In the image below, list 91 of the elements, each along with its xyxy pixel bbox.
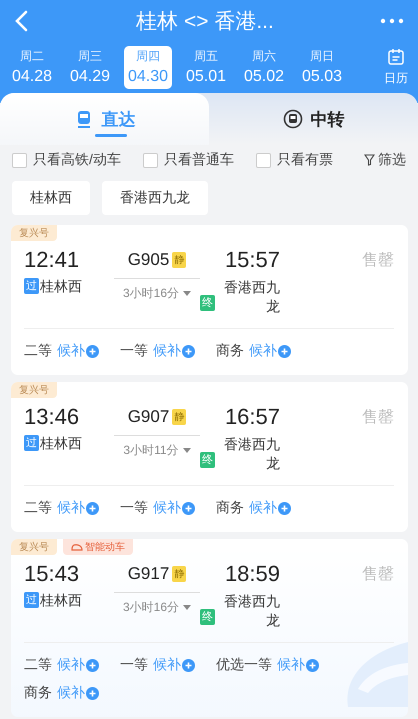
- more-icon[interactable]: [380, 18, 404, 24]
- pass-badge: 过: [24, 278, 39, 294]
- duration-toggle[interactable]: 3小时16分: [114, 592, 200, 617]
- departure-time: 12:41: [24, 247, 80, 273]
- waitlist-link[interactable]: 候补: [277, 656, 319, 674]
- arrival-time: 18:59: [224, 561, 280, 587]
- quiet-badge: 静: [172, 252, 186, 268]
- terminal-badge: 终: [200, 452, 215, 468]
- train-type-tag: 复兴号: [11, 382, 57, 398]
- plus-icon: [86, 502, 99, 514]
- departure-station: 桂林西: [40, 278, 82, 296]
- waitlist-link[interactable]: 候补: [57, 684, 99, 702]
- seat-class: 优选一等: [216, 656, 272, 674]
- plus-icon: [306, 658, 319, 672]
- duration-toggle[interactable]: 3小时11分: [114, 435, 200, 460]
- plus-icon: [86, 686, 99, 700]
- station-chip[interactable]: 桂林西: [12, 181, 90, 215]
- waitlist-link[interactable]: 候补: [249, 342, 291, 360]
- sold-out-status: 售罄: [362, 408, 394, 428]
- filter-checkbox[interactable]: 只看有票: [256, 151, 333, 169]
- arrival-station: 香港西九龙: [223, 435, 280, 473]
- seat-class: 二等: [24, 499, 52, 517]
- train-type-tag: 复兴号: [11, 225, 57, 241]
- train-card[interactable]: 复兴号 12:41 过 桂林西 G905 静 3小时16分 终 15:57 香港西九龙 售罄 二等 候补 一等 候补 商务 候补: [11, 225, 408, 375]
- duration-toggle[interactable]: 3小时16分: [114, 278, 200, 303]
- seat-class: 二等: [24, 342, 52, 360]
- calendar-button[interactable]: 日历: [380, 48, 412, 87]
- page-title: 桂林 <> 香港...: [135, 9, 275, 35]
- arrival-time: 16:57: [224, 404, 280, 430]
- waitlist-link[interactable]: 候补: [153, 342, 195, 360]
- train-card[interactable]: 复兴号 13:46 过 桂林西 G907 静 3小时11分 终 16:57 香港西九龙 售罄 二等 候补 一等 候补 商务 候补: [11, 382, 408, 532]
- caret-icon: [183, 291, 192, 296]
- date-tab[interactable]: 周二 04.28: [8, 46, 56, 89]
- date-tab[interactable]: 周三 04.29: [66, 46, 114, 89]
- sold-out-status: 售罄: [362, 251, 394, 271]
- seat-class: 商务: [216, 499, 244, 517]
- date-tab[interactable]: 周日 05.03: [298, 46, 346, 89]
- arrival-time: 15:57: [224, 247, 280, 273]
- date-tab[interactable]: 周六 05.02: [240, 46, 288, 89]
- caret-icon: [182, 448, 191, 453]
- waitlist-link[interactable]: 候补: [57, 499, 99, 517]
- tab[interactable]: 直达: [0, 93, 209, 145]
- back-icon[interactable]: [14, 10, 30, 32]
- filter-checkbox[interactable]: 只看普通车: [142, 151, 234, 169]
- quiet-badge: 静: [172, 566, 186, 582]
- funnel-icon: [364, 154, 375, 166]
- seat-class: 一等: [120, 656, 148, 674]
- plus-icon: [182, 502, 195, 514]
- plus-icon: [86, 658, 99, 672]
- terminal-badge: 终: [200, 295, 215, 311]
- plus-icon: [86, 344, 99, 358]
- seat-class: 一等: [120, 342, 148, 360]
- plus-icon: [278, 344, 291, 358]
- station-chip[interactable]: 香港西九龙: [102, 181, 208, 215]
- train-number: G917: [128, 564, 170, 584]
- arrival-station: 香港西九龙: [223, 592, 280, 630]
- filter-checkbox[interactable]: 只看高铁/动车: [12, 151, 121, 169]
- date-tab[interactable]: 周四 04.30: [124, 46, 172, 89]
- train-number: G907: [128, 407, 170, 427]
- terminal-badge: 终: [200, 609, 215, 625]
- arrival-station: 香港西九龙: [223, 278, 280, 316]
- seat-class: 商务: [216, 342, 244, 360]
- transfer-icon: [282, 109, 302, 129]
- pass-badge: 过: [24, 592, 39, 608]
- waitlist-link[interactable]: 候补: [57, 656, 99, 674]
- smart-train-tag: 智能动车: [63, 539, 133, 555]
- departure-time: 15:43: [24, 561, 80, 587]
- waitlist-link[interactable]: 候补: [153, 499, 195, 517]
- filter-button[interactable]: 筛选: [364, 151, 406, 169]
- sold-out-status: 售罄: [362, 565, 394, 585]
- seat-class: 二等: [24, 656, 52, 674]
- calendar-icon: [387, 48, 405, 66]
- plus-icon: [182, 344, 195, 358]
- waitlist-link[interactable]: 候补: [249, 499, 291, 517]
- waitlist-link[interactable]: 候补: [57, 342, 99, 360]
- train-number: G905: [128, 250, 170, 270]
- plus-icon: [182, 658, 195, 672]
- tab[interactable]: 中转: [209, 93, 418, 145]
- pass-badge: 过: [24, 435, 39, 451]
- departure-station: 桂林西: [40, 435, 82, 453]
- train-card[interactable]: 复兴号 智能动车 15:43 过 桂林西 G917 静 3小时16分 终 18:59 香港西九龙 售罄 二等 候补 一等 候补 优选一等 候补 商务 候补: [11, 539, 408, 717]
- departure-time: 13:46: [24, 404, 80, 430]
- train-type-tag: 复兴号: [11, 539, 57, 555]
- plus-icon: [278, 502, 291, 514]
- caret-icon: [183, 605, 192, 610]
- waitlist-link[interactable]: 候补: [153, 656, 195, 674]
- date-tab[interactable]: 周五 05.01: [182, 46, 230, 89]
- quiet-badge: 静: [172, 409, 186, 425]
- seat-class: 一等: [120, 499, 148, 517]
- departure-station: 桂林西: [40, 592, 82, 610]
- seat-class: 商务: [24, 684, 52, 702]
